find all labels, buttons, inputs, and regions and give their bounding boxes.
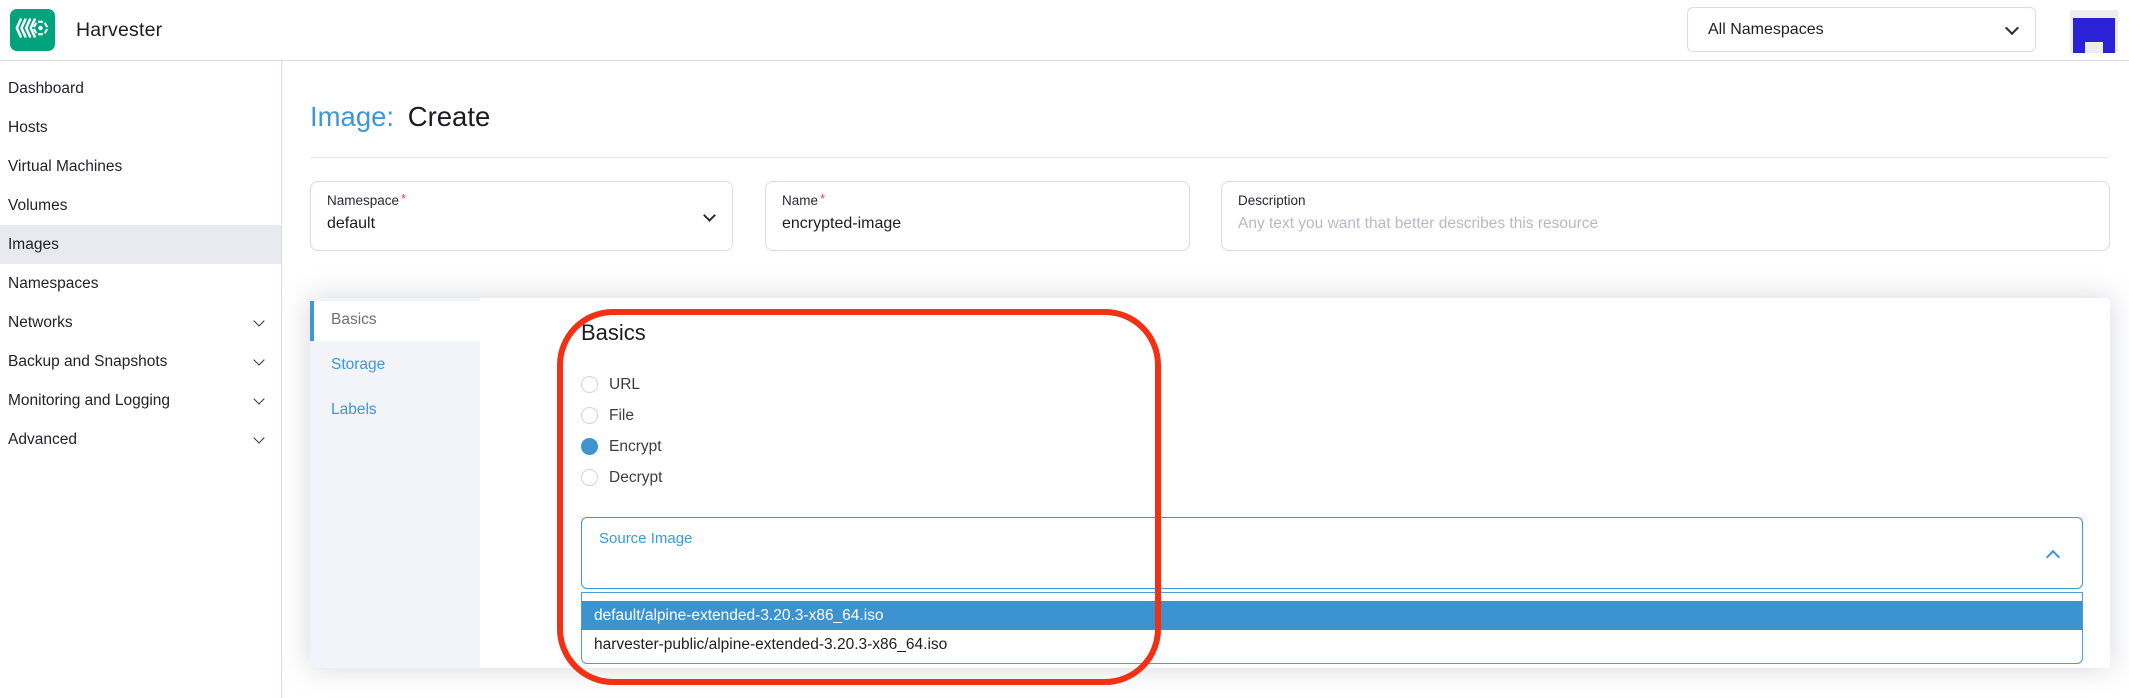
sidebar-item-images[interactable]: Images [0, 225, 281, 264]
tab-labels[interactable]: Labels [310, 393, 480, 427]
harvester-logo[interactable] [10, 9, 55, 51]
sidebar-item-volumes[interactable]: Volumes [0, 186, 281, 225]
radio-unchecked-icon[interactable] [581, 376, 598, 393]
app-title: Harvester [76, 0, 162, 61]
namespace-value: default [327, 215, 716, 233]
image-source-radio-group: URL File Encrypt Decrypt [581, 369, 662, 493]
required-asterisk: * [820, 191, 825, 206]
chevron-up-icon [2046, 550, 2060, 564]
tab-basics[interactable]: Basics [310, 301, 481, 341]
radio-checked-icon[interactable] [581, 438, 598, 455]
description-input[interactable] [1238, 215, 2093, 233]
harvester-app: Harvester All Namespaces Dashboard Hosts… [0, 0, 2129, 698]
create-form-card: Basics Storage Labels Basics URL File En… [310, 298, 2110, 668]
namespace-filter-dropdown[interactable]: All Namespaces [1687, 7, 2036, 52]
required-asterisk: * [401, 191, 406, 206]
radio-option-file[interactable]: File [581, 400, 662, 431]
sidebar-item-dashboard[interactable]: Dashboard [0, 69, 281, 108]
description-label: Description [1238, 193, 2093, 208]
top-header: Harvester All Namespaces [0, 0, 2129, 61]
name-input[interactable] [782, 215, 1173, 233]
title-divider [310, 157, 2109, 158]
dropdown-option-default-alpine[interactable]: default/alpine-extended-3.20.3-x86_64.is… [582, 601, 2082, 630]
chevron-down-icon [2005, 21, 2019, 35]
source-image-dropdown-menu: default/alpine-extended-3.20.3-x86_64.is… [581, 592, 2083, 664]
source-image-select[interactable]: Source Image [581, 517, 2083, 589]
source-image-label: Source Image [599, 530, 692, 547]
chevron-down-icon [253, 393, 264, 404]
sidebar-item-monitoring-and-logging[interactable]: Monitoring and Logging [0, 381, 281, 420]
page-title: Image: Create [310, 101, 490, 133]
chevron-down-icon [253, 354, 264, 365]
dropdown-option-harvester-public-alpine[interactable]: harvester-public/alpine-extended-3.20.3-… [582, 630, 2082, 659]
page-title-resource: Image: [310, 101, 394, 132]
tab-storage[interactable]: Storage [310, 348, 480, 382]
avatar-identicon-icon [2070, 10, 2118, 53]
sidebar-item-advanced[interactable]: Advanced [0, 420, 281, 459]
namespace-select[interactable]: Namespace* default [310, 181, 733, 251]
sidebar-item-namespaces[interactable]: Namespaces [0, 264, 281, 303]
chevron-down-icon [253, 432, 264, 443]
basics-section-heading: Basics [581, 320, 646, 346]
namespace-filter-value: All Namespaces [1708, 8, 1824, 51]
sidebar-nav: Dashboard Hosts Virtual Machines Volumes… [0, 61, 282, 698]
radio-option-url[interactable]: URL [581, 369, 662, 400]
radio-option-decrypt[interactable]: Decrypt [581, 462, 662, 493]
sidebar-item-backup-and-snapshots[interactable]: Backup and Snapshots [0, 342, 281, 381]
name-label: Name [782, 193, 818, 208]
radio-unchecked-icon[interactable] [581, 469, 598, 486]
chevron-down-icon [253, 315, 264, 326]
harvester-logo-icon [13, 11, 52, 50]
page-title-action: Create [408, 101, 491, 132]
description-field: Description [1221, 181, 2110, 251]
sidebar-item-hosts[interactable]: Hosts [0, 108, 281, 147]
name-field: Name* [765, 181, 1190, 251]
radio-option-encrypt[interactable]: Encrypt [581, 431, 662, 462]
namespace-label: Namespace [327, 193, 399, 208]
sidebar-item-virtual-machines[interactable]: Virtual Machines [0, 147, 281, 186]
sidebar-item-networks[interactable]: Networks [0, 303, 281, 342]
user-avatar[interactable] [2070, 10, 2118, 53]
radio-unchecked-icon[interactable] [581, 407, 598, 424]
